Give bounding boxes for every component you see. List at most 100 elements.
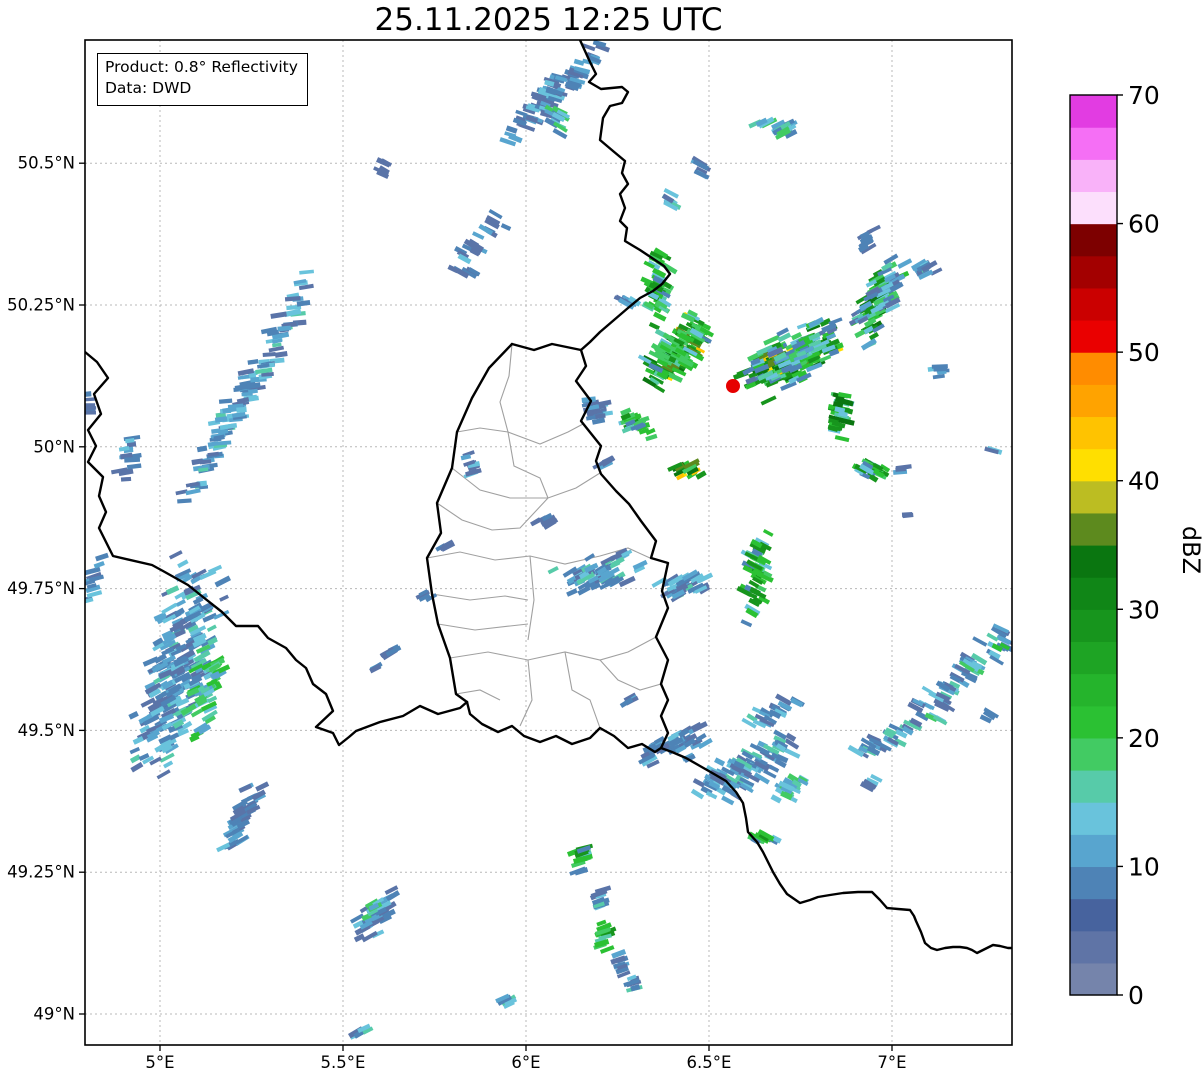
colorbar-segment bbox=[1070, 159, 1117, 192]
echo-pixel bbox=[714, 757, 725, 766]
national-border-line bbox=[512, 344, 581, 350]
regional-border-line bbox=[500, 344, 512, 432]
echo-pixel bbox=[80, 406, 96, 410]
colorbar-segment bbox=[1070, 641, 1117, 674]
regional-border-line bbox=[432, 594, 528, 600]
echo-pixel bbox=[933, 367, 947, 371]
echo-pixel bbox=[461, 454, 471, 460]
product-annotation-box: Product: 0.8° Reflectivity Data: DWD bbox=[97, 53, 308, 106]
colorbar-segment bbox=[1070, 931, 1117, 964]
echo-pixel bbox=[197, 445, 208, 452]
regional-border-line bbox=[437, 498, 548, 530]
echo-pixel bbox=[902, 512, 913, 517]
echo-pixel bbox=[693, 778, 705, 787]
echo-pixel bbox=[447, 265, 458, 274]
colorbar-segment bbox=[1070, 352, 1117, 385]
regional-border-line bbox=[457, 424, 583, 444]
regional-border-line bbox=[528, 556, 534, 640]
echo-pixel bbox=[897, 258, 912, 269]
regional-border-line bbox=[508, 432, 548, 498]
echo-pixel bbox=[247, 359, 258, 365]
echo-pixel bbox=[82, 391, 92, 397]
colorbar-segment bbox=[1070, 834, 1117, 867]
colorbar-segment bbox=[1070, 577, 1117, 610]
regional-border-line bbox=[450, 637, 656, 660]
national-borders bbox=[85, 40, 1012, 953]
national-border-line bbox=[467, 702, 661, 752]
y-tick-label: 50.5°N bbox=[18, 154, 75, 173]
echo-pixel bbox=[157, 769, 171, 779]
colorbar-segment bbox=[1070, 191, 1117, 224]
radar-site-marker bbox=[726, 379, 740, 393]
colorbar-unit-label: dBZ bbox=[1177, 526, 1202, 574]
colorbar-segment bbox=[1070, 866, 1117, 899]
colorbar-segment bbox=[1070, 95, 1117, 128]
colorbar-tick-label: 0 bbox=[1128, 981, 1144, 1010]
x-tick-label: 5.5°E bbox=[321, 1053, 366, 1072]
national-border-line bbox=[85, 352, 467, 745]
colorbar-segment bbox=[1070, 963, 1117, 996]
echo-pixel bbox=[895, 467, 906, 472]
colorbar-segment bbox=[1070, 609, 1117, 642]
echo-pixel bbox=[769, 765, 780, 773]
echo-pixel bbox=[169, 550, 183, 559]
colorbar-tick-label: 50 bbox=[1128, 338, 1160, 367]
echo-pixel bbox=[207, 625, 217, 632]
echo-pixel bbox=[649, 322, 660, 330]
echo-pixel bbox=[763, 529, 774, 537]
echo-pixel bbox=[176, 599, 186, 607]
echo-pixel bbox=[215, 576, 231, 588]
echo-pixel bbox=[472, 231, 484, 240]
colorbar-segment bbox=[1070, 545, 1117, 578]
echo-pixel bbox=[239, 784, 252, 793]
echo-pixel bbox=[270, 311, 287, 318]
echo-pixel bbox=[835, 435, 850, 442]
data-source-label: Data: DWD bbox=[105, 78, 298, 99]
colorbar-tick-label: 10 bbox=[1128, 852, 1160, 881]
y-tick-label: 49.5°N bbox=[18, 721, 75, 740]
echo-pixel bbox=[566, 588, 578, 597]
echo-pixel bbox=[219, 398, 232, 403]
y-tick-label: 49.75°N bbox=[7, 579, 75, 598]
colorbar-segment bbox=[1070, 449, 1117, 482]
regional-border-line bbox=[600, 660, 661, 690]
colorbar-segment bbox=[1070, 738, 1117, 771]
echo-pixel bbox=[177, 498, 192, 503]
regional-border-line bbox=[565, 652, 600, 728]
echo-pixel bbox=[128, 711, 138, 720]
colorbar-segment bbox=[1070, 416, 1117, 449]
echo-pixel bbox=[530, 517, 541, 526]
colorbar-tick-label: 40 bbox=[1128, 467, 1160, 496]
echo-pixel bbox=[130, 762, 143, 773]
colorbar-segment bbox=[1070, 127, 1117, 160]
echo-pixel bbox=[219, 595, 229, 602]
colorbar-segment bbox=[1070, 288, 1117, 321]
x-tick-label: 7°E bbox=[877, 1053, 906, 1072]
colorbar-segment bbox=[1070, 899, 1117, 932]
colorbar-segment bbox=[1070, 513, 1117, 546]
regional-border-line bbox=[438, 624, 528, 630]
colorbar-segment bbox=[1070, 384, 1117, 417]
echo-pixel bbox=[923, 702, 934, 710]
echo-pixel bbox=[255, 781, 269, 791]
radar-map-canvas: 5°E5.5°E6°E6.5°E7°E50.5°N50.25°N50°N49.7… bbox=[0, 0, 1202, 1081]
x-tick-label: 6°E bbox=[511, 1053, 540, 1072]
product-label: Product: 0.8° Reflectivity bbox=[105, 57, 298, 78]
echo-pixel bbox=[770, 794, 781, 803]
echo-pixel bbox=[986, 633, 998, 642]
echo-pixel bbox=[160, 753, 175, 763]
echo-pixel bbox=[501, 223, 512, 231]
echo-pixel bbox=[761, 395, 777, 405]
colorbar-segment bbox=[1070, 320, 1117, 353]
y-tick-label: 49.25°N bbox=[7, 863, 75, 882]
radar-figure: 25.11.2025 12:25 UTC 5°E5.5°E6°E6.5°E7°E… bbox=[0, 0, 1202, 1081]
x-tick-label: 6.5°E bbox=[687, 1053, 732, 1072]
echo-pixel bbox=[376, 157, 391, 167]
colorbar-tick-label: 70 bbox=[1128, 81, 1160, 110]
echo-pixel bbox=[819, 355, 831, 363]
colorbar-tick-label: 30 bbox=[1128, 595, 1160, 624]
echo-pixel bbox=[653, 312, 666, 322]
echo-pixel bbox=[130, 747, 140, 754]
colorbar-segment bbox=[1070, 802, 1117, 835]
echo-pixel bbox=[130, 754, 141, 763]
